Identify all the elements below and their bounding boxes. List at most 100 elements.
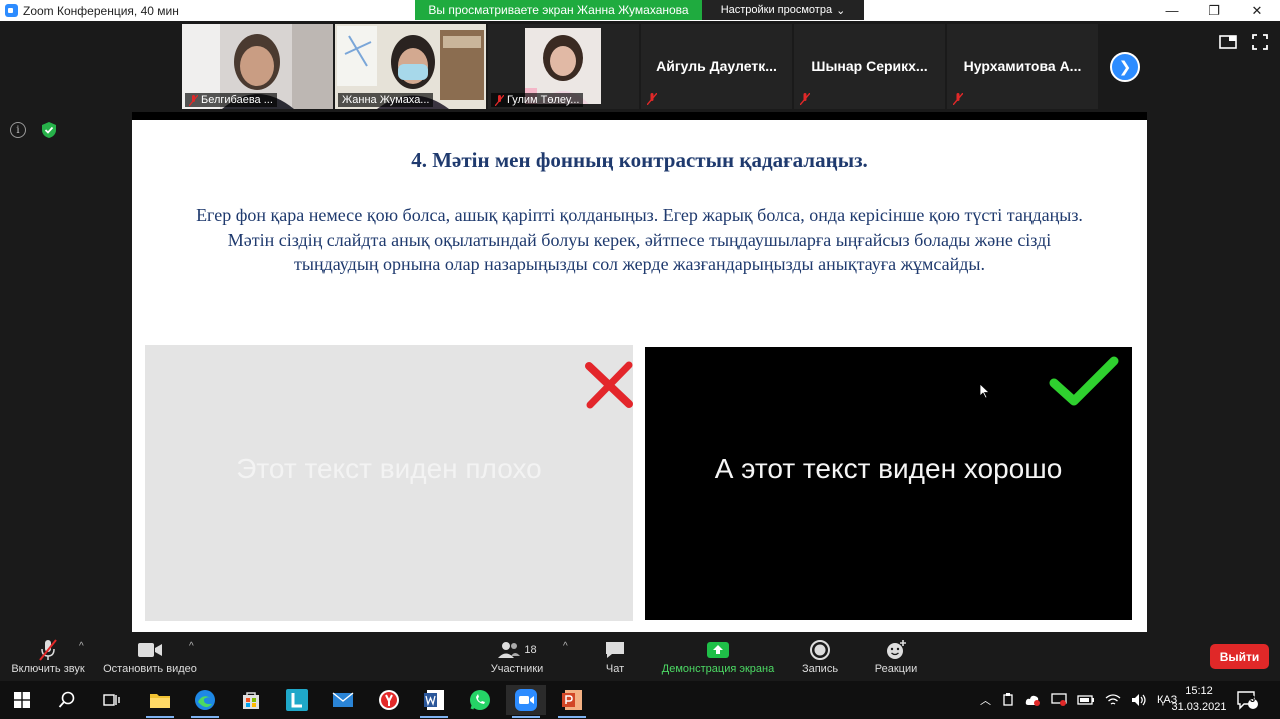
mouse-cursor-icon (980, 384, 990, 399)
reactions-label: Реакции (874, 663, 918, 675)
participant-name-tag: Гулим Төлеу... (491, 93, 584, 107)
participant-name: Нурхамитова А... (963, 58, 1082, 74)
participant-tile[interactable]: Айгуль Даулетк... (641, 24, 792, 109)
record-button[interactable]: Запись (795, 633, 845, 681)
edge-browser-icon (195, 690, 215, 710)
battery-icon[interactable] (1077, 694, 1095, 706)
participant-tile-active[interactable]: Жанна Жумаха... (335, 24, 486, 109)
fullscreen-icon[interactable] (1251, 33, 1269, 51)
slide-paragraph: Егер фон қара немесе қою болса, ашық қар… (196, 205, 1083, 274)
taskbar-whatsapp[interactable] (460, 685, 500, 715)
taskbar-file-explorer[interactable] (140, 685, 180, 718)
good-example-text: А этот текст виден хорошо (714, 453, 1063, 484)
audio-options-caret-icon[interactable]: ^ (79, 641, 84, 652)
participant-strip: Белгибаева ... Жанна Жумаха... Гулим Төл… (182, 24, 1098, 109)
green-check-icon (1049, 356, 1119, 406)
share-screen-label: Демонстрация экрана (661, 663, 775, 675)
participant-name: Шынар Серикх... (811, 58, 928, 74)
participants-options-caret-icon[interactable]: ^ (563, 641, 568, 652)
minimize-button[interactable]: — (1152, 0, 1192, 21)
layout-view-icon[interactable] (1219, 33, 1237, 51)
restore-button[interactable]: ❐ (1194, 0, 1234, 21)
participants-icon (498, 642, 521, 658)
clock-date: 31.03.2021 (1171, 701, 1227, 713)
whatsapp-icon (470, 690, 490, 710)
taskbar-word[interactable] (414, 685, 454, 718)
mic-muted-icon (189, 94, 198, 106)
participant-tile[interactable]: Белгибаева ... (182, 24, 333, 109)
close-button[interactable]: ✕ (1237, 0, 1277, 21)
participant-name-tag: Жанна Жумаха... (338, 93, 434, 107)
mic-muted-icon (495, 94, 504, 106)
monitor-alert-icon[interactable] (1051, 693, 1067, 707)
stop-video-button[interactable]: Остановить видео (100, 633, 200, 681)
good-contrast-example: А этот текст виден хорошо (645, 347, 1132, 620)
stop-video-label: Остановить видео (103, 663, 197, 675)
video-camera-icon (138, 643, 162, 657)
taskbar-edge-browser[interactable] (185, 685, 225, 718)
windows-taskbar: ︿ ҚАЗ 3 (0, 681, 1280, 719)
word-icon (424, 690, 444, 710)
reactions-button[interactable]: Реакции (868, 633, 924, 681)
participant-name: Белгибаева ... (201, 94, 273, 106)
task-view-button[interactable] (92, 685, 132, 715)
share-screen-button[interactable]: Демонстрация экрана (658, 633, 778, 681)
mic-muted-icon (953, 93, 963, 105)
next-participants-button[interactable]: ❯ (1110, 52, 1140, 82)
participant-name: Гулим Төлеу... (507, 94, 580, 106)
unmute-label: Включить звук (11, 663, 85, 675)
store-bag-icon (243, 692, 259, 709)
mic-muted-icon (800, 93, 810, 105)
taskbar-store[interactable] (231, 685, 271, 715)
chevron-up-icon[interactable]: ︿ (980, 692, 991, 708)
wifi-icon[interactable] (1105, 693, 1121, 707)
participants-label: Участники (490, 663, 544, 675)
participant-name: Жанна Жумаха... (342, 94, 430, 106)
windows-logo-icon (14, 692, 30, 708)
taskbar-yandex-browser[interactable] (369, 685, 409, 715)
notification-count: 3 (1250, 694, 1256, 704)
participant-tile[interactable]: Шынар Серикх... (794, 24, 945, 109)
info-icon[interactable]: i (10, 122, 26, 138)
taskbar-mail[interactable] (323, 685, 363, 715)
reactions-icon (887, 640, 906, 659)
window-title: Zoom Конференция, 40 мин (23, 3, 179, 18)
share-screen-icon (707, 642, 729, 658)
shared-slide: 4. Мәтін мен фонның контрастын қадағалаң… (132, 120, 1147, 632)
red-cross-icon (585, 361, 633, 409)
taskbar-zoom[interactable] (506, 685, 546, 718)
participant-tile[interactable]: Нурхамитова А... (947, 24, 1098, 109)
windows-start-button[interactable] (2, 685, 42, 715)
view-options-dropdown[interactable]: Настройки просмотра ⌄ (702, 0, 864, 20)
powerpoint-icon (562, 690, 582, 710)
participants-button[interactable]: 18 Участники (486, 633, 548, 681)
chat-button[interactable]: Чат (590, 633, 640, 681)
record-label: Запись (801, 663, 839, 675)
zoom-window: Zoom Конференция, 40 мин — ❐ ✕ Вы просма… (0, 0, 1280, 719)
zoom-icon (515, 689, 537, 711)
yandex-browser-icon (379, 690, 399, 710)
leave-meeting-button[interactable]: Выйти (1210, 644, 1269, 669)
mail-icon (332, 692, 354, 707)
encryption-shield-icon[interactable] (40, 121, 58, 139)
share-banner: Вы просматриваете экран Жанна Жумаханова (415, 0, 702, 20)
participants-count: 18 (524, 644, 537, 656)
bad-contrast-example: Этот текст виден плохо (145, 345, 633, 621)
volume-icon[interactable] (1131, 693, 1147, 707)
taskbar-powerpoint[interactable] (552, 685, 592, 718)
participant-tile[interactable]: Гулим Төлеу... (488, 24, 639, 109)
search-icon (58, 691, 75, 708)
notification-center-button[interactable]: 3 (1236, 681, 1258, 719)
chat-label: Чат (605, 663, 625, 675)
usb-device-icon[interactable] (1001, 693, 1015, 707)
l-app-icon (286, 689, 308, 711)
video-options-caret-icon[interactable]: ^ (189, 641, 194, 652)
taskbar-search-button[interactable] (47, 685, 87, 715)
task-view-icon (103, 694, 120, 706)
taskbar-l-app[interactable] (277, 685, 317, 715)
chevron-right-icon: ❯ (1118, 59, 1132, 76)
slide-top-edge (132, 112, 1147, 120)
cloud-icon[interactable] (1025, 694, 1041, 706)
unmute-button[interactable]: Включить звук (8, 633, 88, 681)
taskbar-clock[interactable]: 15:12 31.03.2021 (1168, 683, 1230, 715)
